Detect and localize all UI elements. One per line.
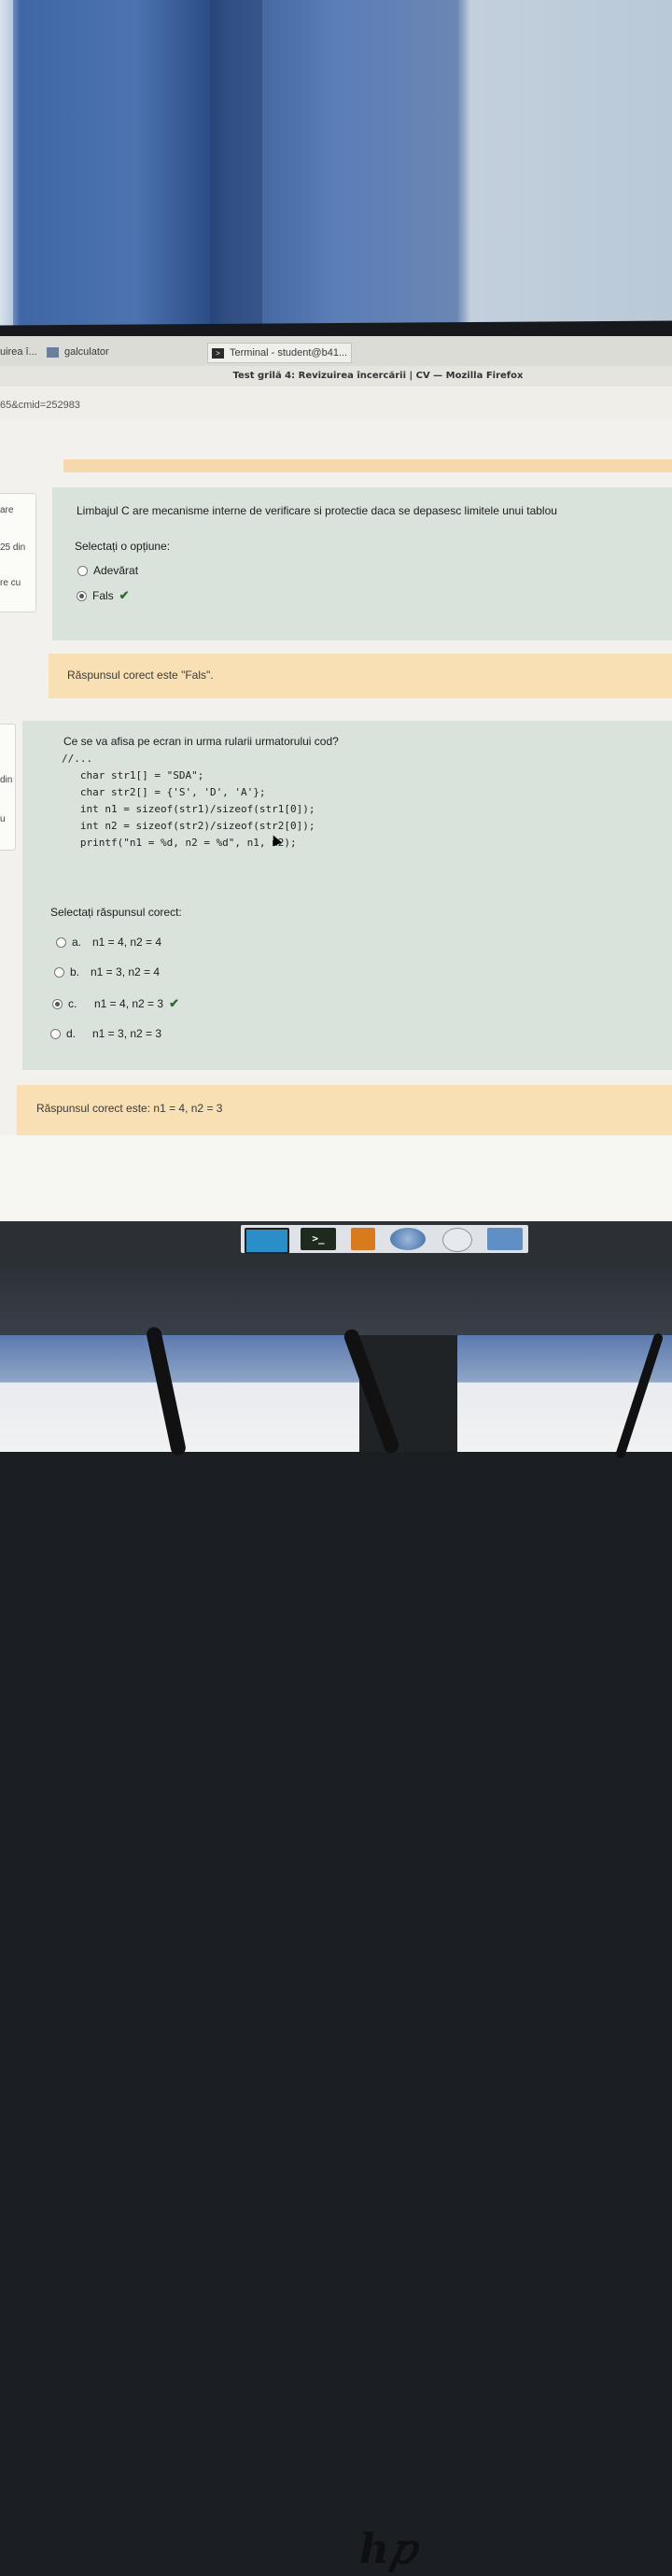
browser-titlebar: Test grilă 4: Revizuirea încercării | CV… (0, 366, 672, 387)
correct-answer-feedback: Răspunsul corect este: n1 = 4, n2 = 3 (17, 1085, 672, 1135)
window-curtain-photo (0, 0, 672, 327)
feedback-text: Răspunsul corect este: n1 = 4, n2 = 3 (36, 1102, 223, 1115)
address-bar[interactable]: 65&cmid=252983 (0, 387, 672, 421)
desk-background (0, 1335, 672, 1452)
code-line: //... (62, 753, 93, 765)
option-letter: c. (68, 997, 77, 1010)
radio-button-selected[interactable] (52, 998, 63, 1009)
radio-button[interactable] (54, 966, 64, 978)
question-card: Ce se va afisa pe ecran in urma rularii … (22, 721, 672, 1070)
page-footer-space (0, 1135, 672, 1221)
option-label: n1 = 3, n2 = 4 (91, 965, 161, 978)
curtain-fold (210, 0, 262, 327)
option-label: n1 = 3, n2 = 3 (92, 1027, 162, 1040)
option-letter: b. (70, 965, 80, 978)
radio-button[interactable] (77, 565, 88, 576)
question-info-box: din u (0, 724, 16, 851)
option-letter: d. (66, 1027, 77, 1040)
option-b[interactable]: b. n1 = 3, n2 = 4 (54, 965, 160, 978)
monitor-screen: uirea î... galculator > Terminal - stude… (0, 336, 672, 1221)
question-text: Limbajul C are mecanisme interne de veri… (77, 504, 557, 517)
code-line: int n1 = sizeof(str1)/sizeof(str1[0]); (62, 803, 315, 815)
search-icon[interactable] (442, 1228, 472, 1252)
option-label: Adevărat (93, 564, 139, 577)
taskbar-item-label: uirea î... (0, 346, 37, 358)
info-text: 25 din (0, 542, 26, 553)
curtain-edge (0, 0, 13, 327)
option-fals[interactable]: Fals ✔ (77, 588, 130, 603)
option-prompt: Selectați răspunsul corect: (50, 906, 182, 919)
os-dock: >_ (0, 1221, 672, 1257)
archive-icon[interactable] (351, 1228, 375, 1250)
globe-icon[interactable] (390, 1228, 426, 1250)
info-text: u (0, 814, 6, 824)
question-info-box: are 25 din re cu (0, 493, 36, 612)
files-icon[interactable] (487, 1228, 523, 1250)
taskbar-item-label: Terminal - student@b41... (230, 347, 348, 359)
taskbar-item-calculator[interactable]: galculator (47, 343, 109, 361)
taskbar-item-terminal[interactable]: > Terminal - student@b41... (207, 343, 353, 363)
correct-check-icon: ✔ (169, 996, 179, 1010)
correct-answer-feedback: Răspunsul corect este "Fals". (49, 654, 672, 698)
terminal-icon[interactable]: >_ (301, 1228, 336, 1250)
info-text: din (0, 775, 13, 785)
option-label: n1 = 4, n2 = 4 (92, 936, 162, 949)
option-c[interactable]: c. n1 = 4, n2 = 3 ✔ (52, 996, 179, 1011)
url-text: 65&cmid=252983 (0, 400, 80, 411)
option-label: Fals (92, 589, 114, 602)
previous-feedback-strip (63, 459, 672, 472)
radio-button[interactable] (50, 1028, 61, 1039)
desktop-icon[interactable] (245, 1228, 289, 1254)
question-card: Limbajul C are mecanisme interne de veri… (52, 487, 672, 640)
option-letter: a. (72, 936, 82, 949)
option-label: n1 = 4, n2 = 3 (94, 997, 164, 1010)
monitor-chin: ℎ𝑝 (0, 1256, 672, 2573)
taskbar-item-browser[interactable]: uirea î... (0, 343, 37, 361)
window-title: Test grilă 4: Revizuirea încercării | CV… (232, 371, 524, 381)
feedback-text: Răspunsul corect este "Fals". (67, 669, 214, 682)
hp-logo: ℎ𝑝 (359, 2526, 416, 2573)
info-text: re cu (0, 578, 21, 588)
question-text: Ce se va afisa pe ecran in urma rularii … (63, 735, 339, 748)
os-taskbar: uirea î... galculator > Terminal - stude… (0, 336, 672, 367)
option-a[interactable]: a. n1 = 4, n2 = 4 (56, 936, 161, 949)
radio-button-selected[interactable] (77, 590, 87, 601)
taskbar-item-label: galculator (64, 346, 109, 358)
option-adevarat[interactable]: Adevărat (77, 564, 138, 577)
code-line: char str1[] = "SDA"; (62, 769, 204, 781)
radio-button[interactable] (56, 936, 66, 948)
code-line: char str2[] = {'S', 'D', 'A'}; (62, 786, 266, 798)
quiz-review-page: are 25 din re cu Limbajul C are mecanism… (0, 420, 672, 1221)
info-text: are (0, 505, 14, 515)
option-prompt: Selectați o opțiune: (75, 540, 171, 553)
correct-check-icon: ✔ (119, 588, 130, 602)
option-d[interactable]: d. n1 = 3, n2 = 3 (50, 1027, 161, 1040)
terminal-icon: > (212, 347, 224, 359)
calculator-icon (47, 346, 59, 358)
